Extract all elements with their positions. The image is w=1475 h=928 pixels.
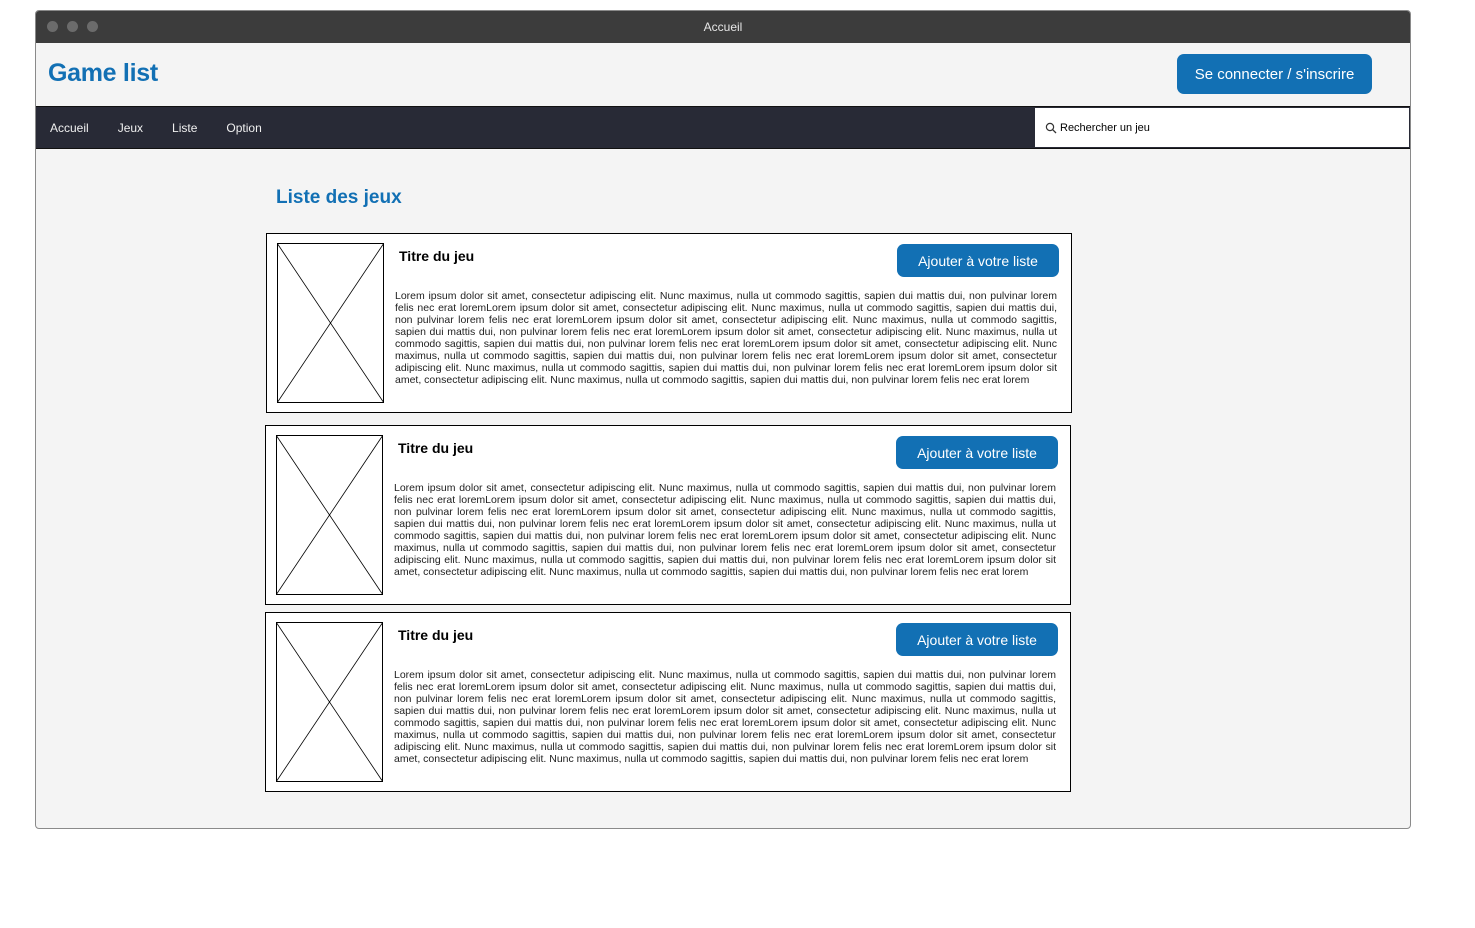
add-to-list-button[interactable]: Ajouter à votre liste xyxy=(896,436,1058,469)
search-icon xyxy=(1045,122,1057,133)
game-title: Titre du jeu xyxy=(399,248,475,264)
site-logo[interactable]: Game list xyxy=(48,59,158,88)
window-title: Accueil xyxy=(703,20,743,34)
nav-item-liste[interactable]: Liste xyxy=(172,121,197,135)
nav-item-accueil[interactable]: Accueil xyxy=(50,121,89,135)
browser-window: Accueil Game list Se connecter / s'inscr… xyxy=(35,10,1411,829)
window-titlebar: Accueil xyxy=(36,11,1410,43)
game-card: Titre du jeu Ajouter à votre liste Lorem… xyxy=(266,233,1072,413)
search-box[interactable] xyxy=(1034,107,1410,148)
game-title: Titre du jeu xyxy=(398,627,474,643)
image-placeholder-icon xyxy=(277,243,384,403)
login-signup-button[interactable]: Se connecter / s'inscrire xyxy=(1177,54,1372,94)
game-card: Titre du jeu Ajouter à votre liste Lorem… xyxy=(265,425,1071,605)
maximize-window-button[interactable] xyxy=(87,21,98,32)
game-description: Lorem ipsum dolor sit amet, consectetur … xyxy=(394,669,1056,765)
add-to-list-button[interactable]: Ajouter à votre liste xyxy=(896,623,1058,656)
game-description: Lorem ipsum dolor sit amet, consectetur … xyxy=(395,290,1057,386)
nav-item-option[interactable]: Option xyxy=(226,121,261,135)
search-input[interactable] xyxy=(1060,121,1380,134)
add-to-list-button[interactable]: Ajouter à votre liste xyxy=(897,244,1059,277)
nav-menu: Accueil Jeux Liste Option xyxy=(50,107,262,148)
game-card: Titre du jeu Ajouter à votre liste Lorem… xyxy=(265,612,1071,792)
image-placeholder-icon xyxy=(276,435,383,595)
site-header: Game list Se connecter / s'inscrire xyxy=(36,43,1410,106)
nav-item-jeux[interactable]: Jeux xyxy=(118,121,143,135)
minimize-window-button[interactable] xyxy=(67,21,78,32)
page-title: Liste des jeux xyxy=(276,187,402,208)
window-controls xyxy=(47,21,98,32)
game-title: Titre du jeu xyxy=(398,440,474,456)
main-navbar: Accueil Jeux Liste Option xyxy=(36,106,1410,149)
game-description: Lorem ipsum dolor sit amet, consectetur … xyxy=(394,482,1056,578)
close-window-button[interactable] xyxy=(47,21,58,32)
image-placeholder-icon xyxy=(276,622,383,782)
